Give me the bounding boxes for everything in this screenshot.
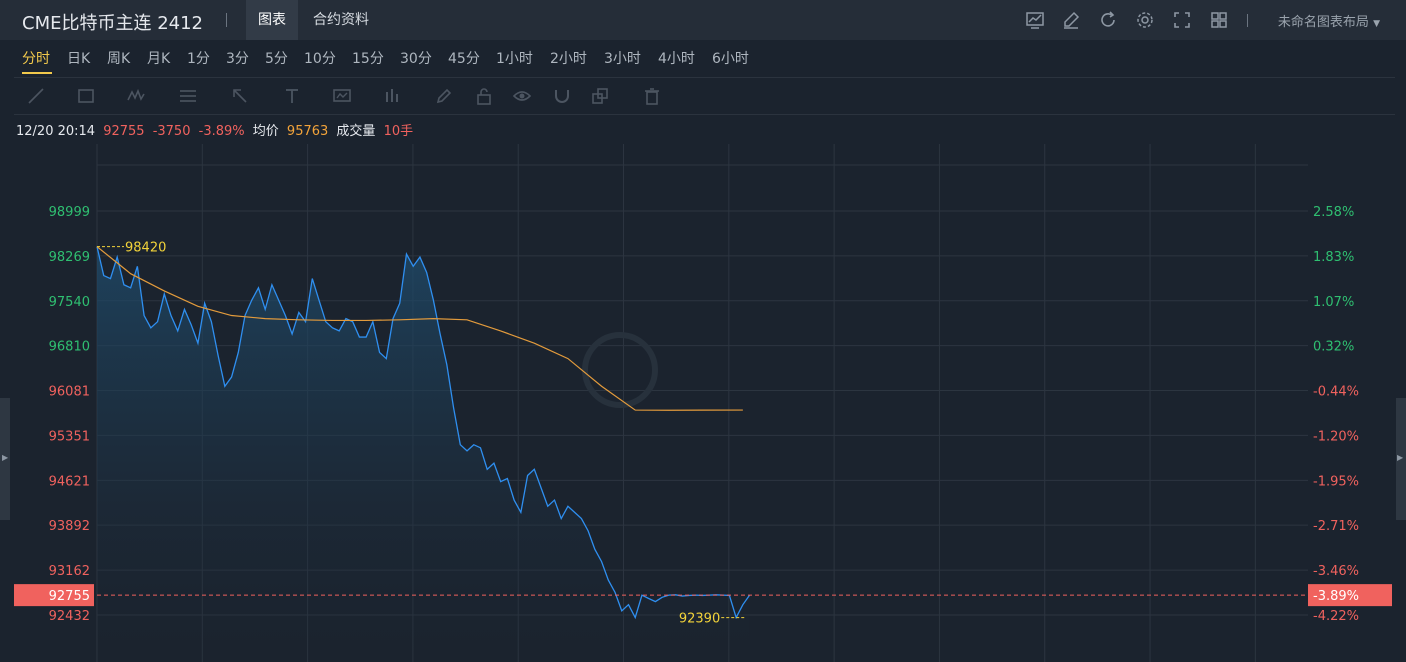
pct-tick-label: -2.71%	[1313, 519, 1359, 534]
pct-tick-label: -3.46%	[1313, 564, 1359, 579]
intraday-chart[interactable]: 98999 2.58% 98269 1.83% 97540 1.07% 96810 0.32%…	[0, 0, 1406, 662]
y-tick-label: 94621	[49, 474, 90, 489]
y-tick-label: 97540	[49, 295, 90, 310]
right-panel-toggle[interactable]: ▶	[1396, 398, 1406, 520]
y-tick-label: 93162	[49, 564, 90, 579]
pct-tick-label: 1.83%	[1313, 250, 1354, 265]
left-panel-toggle[interactable]: ▶	[0, 398, 10, 520]
y-tick-label: 98269	[49, 250, 90, 265]
current-pct-label: -3.89%	[1313, 589, 1359, 604]
pct-tick-label: 2.58%	[1313, 205, 1354, 220]
low-marker-label: 92390	[679, 612, 720, 627]
y-tick-label: 92432	[49, 609, 90, 624]
chevron-right-icon: ▶	[1397, 453, 1404, 462]
chevron-right-icon: ▶	[2, 453, 9, 462]
pct-tick-label: 1.07%	[1313, 295, 1354, 310]
y-tick-label: 96081	[49, 385, 90, 400]
y-tick-label: 98999	[49, 205, 90, 220]
y-tick-label: 96810	[49, 340, 90, 355]
y-tick-label: 93892	[49, 519, 90, 534]
pct-tick-label: -1.20%	[1313, 429, 1359, 444]
pct-tick-label: 0.32%	[1313, 340, 1354, 355]
pct-tick-label: -4.22%	[1313, 609, 1359, 624]
y-tick-label: 95351	[49, 429, 90, 444]
current-price-label: 92755	[49, 589, 90, 604]
high-marker-label: 98420	[125, 241, 166, 256]
pct-tick-label: -0.44%	[1313, 385, 1359, 400]
pct-tick-label: -1.95%	[1313, 474, 1359, 489]
